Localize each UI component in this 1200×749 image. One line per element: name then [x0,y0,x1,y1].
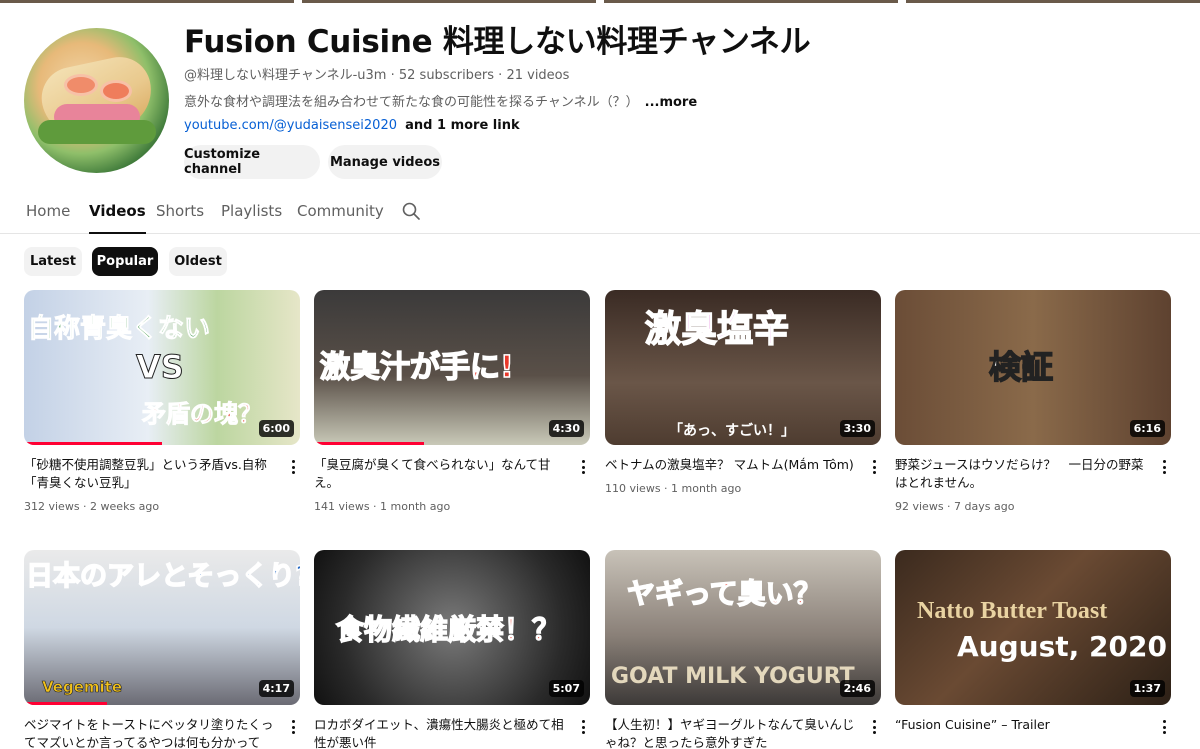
thumbnail-text: 激臭汁が手に! [319,349,514,386]
thumbnail-text: VS [136,348,185,387]
channel-description[interactable]: 意外な食材や調理法を組み合わせて新たな食の可能性を探るチャンネル（？） ...mo… [184,91,697,110]
description-more-link[interactable]: ...more [645,95,698,110]
video-title[interactable]: “Fusion Cuisine” – Trailer [895,716,1147,734]
video-title[interactable]: ベジマイトをトーストにベッタリ塗りたくってマズいとか言ってるやつは何も分かって [24,716,276,749]
chip-oldest[interactable]: Oldest [169,247,227,276]
channel-description-text: 意外な食材や調理法を組み合わせて新たな食の可能性を探るチャンネル（？） [184,95,639,110]
video-meta: 141 views · 1 month ago [314,500,451,513]
watch-progress-bar [24,702,107,705]
video-duration: 4:30 [548,420,584,437]
watch-progress-bar [314,442,425,445]
thumbnail-text: 矛盾の塊？ [142,400,263,429]
video-meta: 110 views · 1 month ago [605,482,742,495]
tab-playlists[interactable]: Playlists [221,202,282,220]
video-thumbnail[interactable]: 検証 6:16 [895,290,1171,445]
video-card[interactable]: 検証 6:16 野菜ジュースはウソだらけ？ 一日分の野菜はとれません。 92 v… [895,290,1171,513]
channel-links: youtube.com/@yudaisensei2020 and 1 more … [184,118,520,133]
thumbnail-text: 日本のアレとそっくり? [25,560,300,593]
video-card[interactable]: ヤギって臭い？ GOAT MILK YOGURT 2:46 【人生初！】ヤギヨー… [605,550,881,749]
more-options-icon[interactable] [1157,718,1171,736]
video-thumbnail[interactable]: ヤギって臭い？ GOAT MILK YOGURT 2:46 [605,550,881,705]
search-icon[interactable] [402,202,420,220]
more-options-icon[interactable] [286,458,300,476]
thumbnail-text: Natto Butter Toast [917,598,1108,624]
more-options-icon[interactable] [576,718,590,736]
video-title[interactable]: 野菜ジュースはウソだらけ？ 一日分の野菜はとれません。 [895,456,1147,492]
thumbnail-text: August, 2020 [957,630,1167,663]
video-meta: 312 views · 2 weeks ago [24,500,160,513]
video-title[interactable]: ベトナムの激臭塩辛？ マムトム(Mắm Tôm) [605,456,857,474]
banner-edge [0,0,1200,3]
thumbnail-text: ヤギって臭い？ [626,576,822,611]
thumbnail-text: 「あっ、すごい！」 [669,423,795,439]
thumbnail-text: 食物繊維厳禁！？ [335,612,561,647]
video-thumbnail[interactable]: Natto Butter Toast August, 2020 1:37 [895,550,1171,705]
more-options-icon[interactable] [867,718,881,736]
video-thumbnail[interactable]: 日本のアレとそっくり? Vegemite 4:17 [24,550,300,705]
thumbnail-text: 検証 [988,347,1054,387]
video-duration: 3:30 [839,420,875,437]
video-title[interactable]: ロカボダイエット、潰瘍性大腸炎と極めて相性が悪い件 [314,716,566,749]
thumbnail-text: 激臭塩辛 [644,308,790,351]
video-duration: 6:00 [258,420,294,437]
more-options-icon[interactable] [867,458,881,476]
more-links-button[interactable]: and 1 more link [405,118,519,133]
manage-videos-button[interactable]: Manage videos [328,145,442,179]
video-duration: 6:16 [1129,420,1165,437]
video-card[interactable]: 激臭塩辛 「あっ、すごい！」 3:30 ベトナムの激臭塩辛？ マムトム(Mắm … [605,290,881,495]
video-duration: 1:37 [1129,680,1165,697]
thumbnail-text: Vegemite [42,678,123,697]
watch-progress-bar [24,442,162,445]
thumbnail-text: GOAT MILK YOGURT [611,664,855,689]
tab-home[interactable]: Home [26,202,70,220]
video-meta: 92 views · 7 days ago [895,500,1015,513]
video-card[interactable]: 日本のアレとそっくり? Vegemite 4:17 ベジマイトをトーストにベッタ… [24,550,300,749]
video-duration: 2:46 [839,680,875,697]
more-options-icon[interactable] [286,718,300,736]
video-duration: 5:07 [548,680,584,697]
video-card[interactable]: 食物繊維厳禁！？ 5:07 ロカボダイエット、潰瘍性大腸炎と極めて相性が悪い件 [314,550,590,749]
more-options-icon[interactable] [1157,458,1171,476]
channel-title: Fusion Cuisine 料理しない料理チャンネル [184,24,811,60]
video-card[interactable]: 自称青臭くない VS 矛盾の塊？ 6:00 「砂糖不使用調整豆乳」という矛盾vs… [24,290,300,513]
video-title[interactable]: 「臭豆腐が臭くて食べられない」なんて甘え。 [314,456,566,492]
video-title[interactable]: 【人生初！】ヤギヨーグルトなんて臭いんじゃね？と思ったら意外すぎた [605,716,857,749]
more-options-icon[interactable] [576,458,590,476]
video-title[interactable]: 「砂糖不使用調整豆乳」という矛盾vs.自称「青臭くない豆乳」 [24,456,276,492]
video-duration: 4:17 [258,680,294,697]
chip-popular[interactable]: Popular [92,247,158,276]
video-thumbnail[interactable]: 激臭塩辛 「あっ、すごい！」 3:30 [605,290,881,445]
video-thumbnail[interactable]: 食物繊維厳禁！？ 5:07 [314,550,590,705]
video-thumbnail[interactable]: 自称青臭くない VS 矛盾の塊？ 6:00 [24,290,300,445]
video-card[interactable]: Natto Butter Toast August, 2020 1:37 “Fu… [895,550,1171,734]
tab-videos[interactable]: Videos [89,202,146,234]
video-card[interactable]: 激臭汁が手に! 4:30 「臭豆腐が臭くて食べられない」なんて甘え。 141 v… [314,290,590,513]
thumbnail-text: 自称青臭くない [27,314,211,345]
channel-avatar[interactable] [24,28,169,173]
channel-tabs: Home Videos Shorts Playlists Community [0,188,1200,234]
tab-shorts[interactable]: Shorts [156,202,204,220]
channel-link[interactable]: youtube.com/@yudaisensei2020 [184,118,397,133]
tab-community[interactable]: Community [297,202,384,220]
chip-latest[interactable]: Latest [24,247,82,276]
channel-meta: @料理しない料理チャンネル-u3m · 52 subscribers · 21 … [184,68,570,83]
video-thumbnail[interactable]: 激臭汁が手に! 4:30 [314,290,590,445]
customize-channel-button[interactable]: Customize channel [184,145,320,179]
